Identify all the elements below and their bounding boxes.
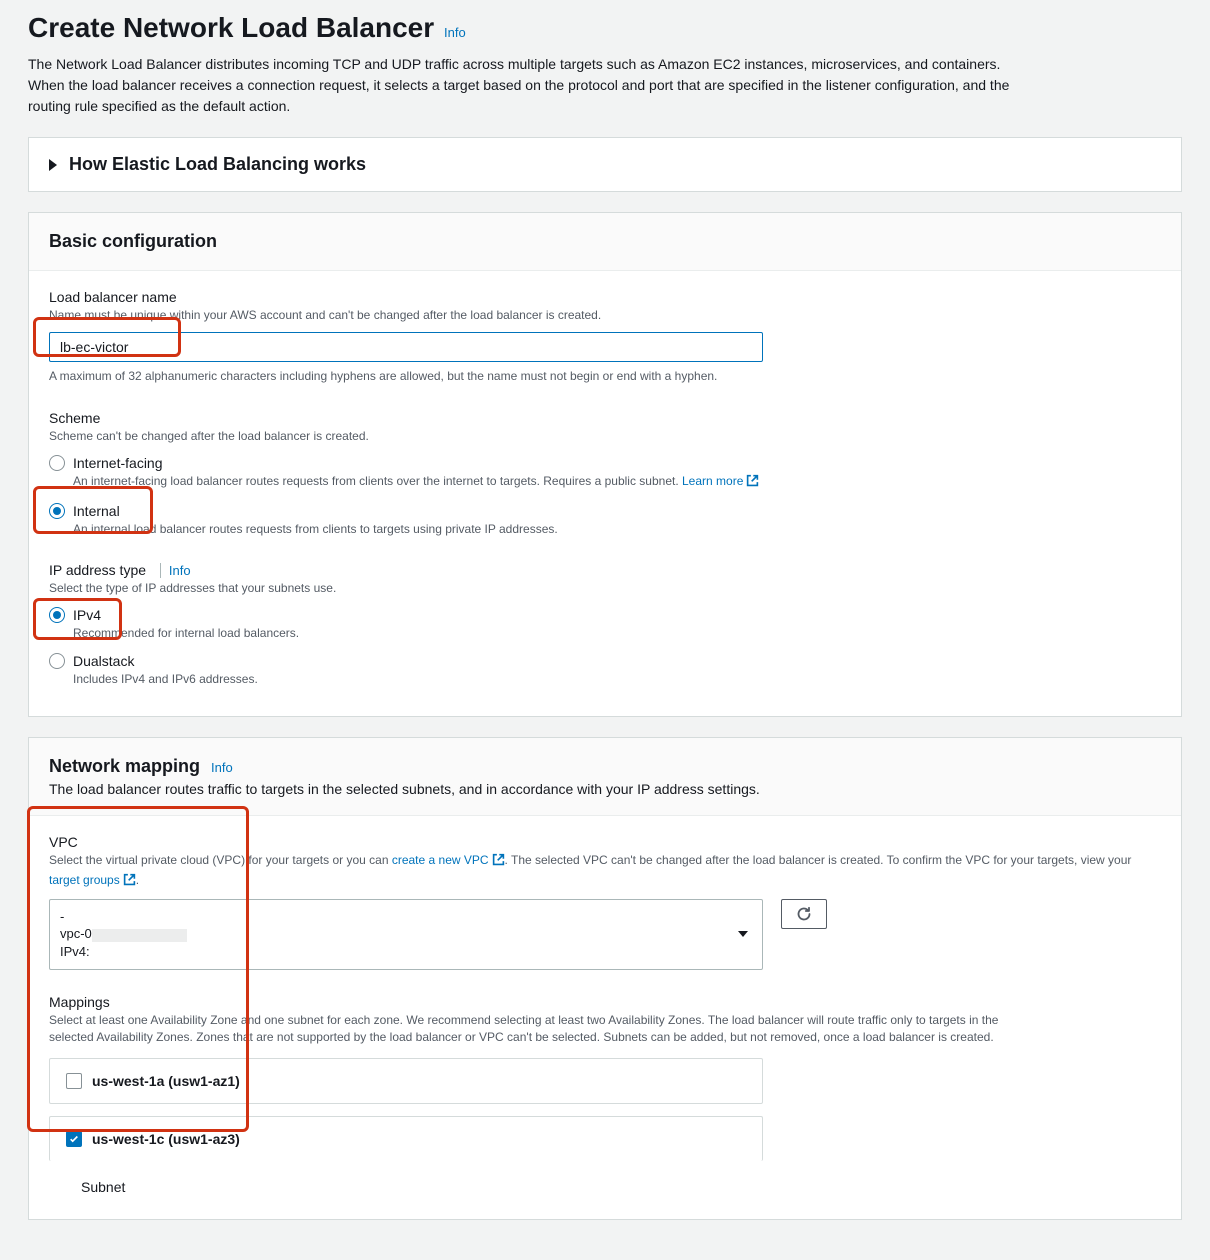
create-vpc-link[interactable]: create a new VPC (392, 853, 505, 867)
lb-name-hint-bottom: A maximum of 32 alphanumeric characters … (49, 368, 1161, 385)
external-link-icon (746, 474, 759, 492)
checkbox-checked-icon[interactable] (66, 1131, 82, 1147)
info-link-page[interactable]: Info (444, 25, 466, 40)
chevron-down-icon (738, 931, 748, 937)
network-mapping-info-link[interactable]: Info (211, 760, 233, 775)
network-mapping-desc: The load balancer routes traffic to targ… (49, 781, 1161, 797)
refresh-button[interactable] (781, 899, 827, 929)
scheme-internal-radio[interactable]: Internal (49, 503, 1161, 519)
ip-type-label: IP address type (49, 562, 146, 578)
ip-type-ipv4-radio[interactable]: IPv4 (49, 607, 1161, 623)
basic-config-header: Basic configuration (29, 213, 1181, 271)
ip-type-info-link[interactable]: Info (156, 563, 191, 578)
vpc-select[interactable]: - vpc-0 IPv4: (49, 899, 763, 970)
how-elb-works-title: How Elastic Load Balancing works (69, 154, 366, 175)
external-link-icon (492, 853, 505, 871)
learn-more-link[interactable]: Learn more (682, 474, 759, 488)
radio-checked-icon (49, 503, 65, 519)
scheme-label: Scheme (49, 410, 1161, 426)
checkbox-unchecked-icon[interactable] (66, 1073, 82, 1089)
lb-name-input[interactable] (49, 332, 763, 362)
target-groups-link[interactable]: target groups (49, 873, 136, 887)
vpc-label: VPC (49, 834, 1161, 850)
mappings-label: Mappings (49, 994, 1161, 1010)
how-elb-works-panel: How Elastic Load Balancing works (28, 137, 1182, 192)
radio-checked-icon (49, 607, 65, 623)
lb-name-label: Load balancer name (49, 289, 1161, 305)
network-mapping-panel: Network mapping Info The load balancer r… (28, 737, 1182, 1220)
subnet-label: Subnet (81, 1179, 1161, 1195)
radio-unchecked-icon (49, 455, 65, 471)
page-description: The Network Load Balancer distributes in… (28, 54, 1028, 117)
scheme-internal-desc: An internal load balancer routes request… (73, 521, 1161, 538)
scheme-hint: Scheme can't be changed after the load b… (49, 428, 1161, 445)
mappings-desc: Select at least one Availability Zone an… (49, 1012, 1009, 1047)
scheme-internet-facing-radio[interactable]: Internet-facing (49, 455, 1161, 471)
redacted-text (92, 929, 187, 942)
scheme-internet-desc: An internet-facing load balancer routes … (73, 473, 1161, 492)
refresh-icon (796, 906, 812, 922)
az-row-usw1a[interactable]: us-west-1a (usw1-az1) (49, 1058, 763, 1104)
ip-type-ipv4-desc: Recommended for internal load balancers. (73, 625, 1161, 642)
ip-type-dualstack-desc: Includes IPv4 and IPv6 addresses. (73, 671, 1161, 688)
page-title: Create Network Load Balancer (28, 12, 434, 43)
how-elb-works-toggle[interactable]: How Elastic Load Balancing works (29, 138, 1181, 191)
basic-config-panel: Basic configuration Load balancer name N… (28, 212, 1182, 717)
radio-unchecked-icon (49, 653, 65, 669)
ip-type-hint: Select the type of IP addresses that you… (49, 580, 1161, 597)
ip-type-dualstack-radio[interactable]: Dualstack (49, 653, 1161, 669)
external-link-icon (123, 873, 136, 891)
caret-right-icon (49, 159, 57, 171)
lb-name-hint-top: Name must be unique within your AWS acco… (49, 307, 1161, 324)
network-mapping-title: Network mapping (49, 756, 200, 776)
vpc-desc: Select the virtual private cloud (VPC) f… (49, 852, 1161, 891)
az-row-usw1c[interactable]: us-west-1c (usw1-az3) (49, 1116, 763, 1161)
